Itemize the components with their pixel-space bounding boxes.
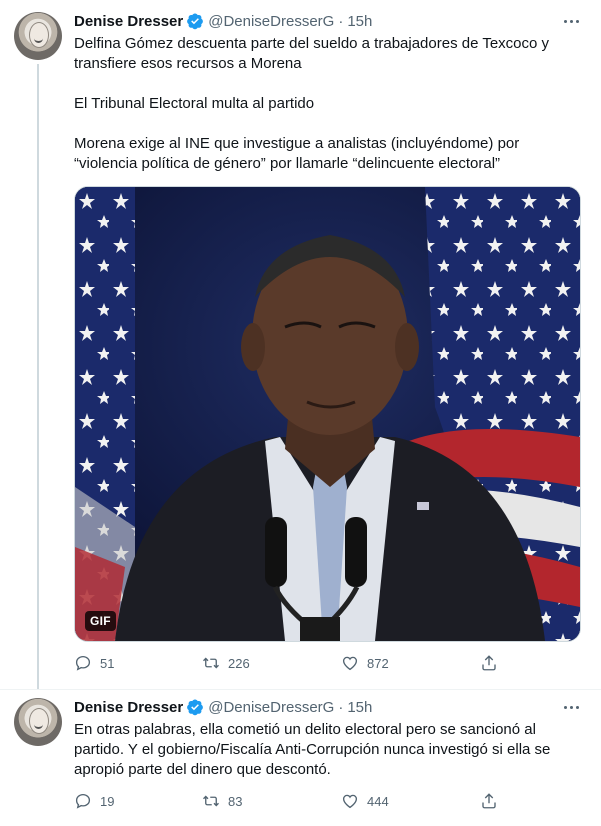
like-count: 444 [367,793,389,809]
like-icon [342,656,358,671]
retweet-count: 83 [228,793,243,809]
reply-button[interactable]: 51 [74,654,114,672]
separator-dot: · [338,12,344,30]
separator-dot: · [338,698,344,716]
action-bar: 19 83 444 [74,792,574,812]
tweet-text: En otras palabras, ella cometió un delit… [74,720,584,780]
tweet[interactable]: Denise Dresser @DeniseDresserG · 15h En … [0,690,601,826]
thread-connector [37,64,39,690]
avatar-face [29,22,49,48]
timestamp[interactable]: 15h [347,13,372,30]
share-icon [482,655,496,671]
tweet-text: Delfina Gómez descuenta parte del sueldo… [74,34,584,174]
tweet-paragraph: En otras palabras, ella cometió un delit… [74,721,551,778]
verified-badge-icon [187,13,204,30]
timestamp[interactable]: 15h [347,699,372,716]
more-icon[interactable] [561,11,581,31]
share-button[interactable] [480,654,498,677]
share-button[interactable] [480,792,498,815]
retweet-button[interactable]: 83 [202,792,242,810]
tweet[interactable]: Denise Dresser @DeniseDresserG · 15h Del… [0,0,601,690]
retweet-count: 226 [228,655,250,671]
tweet-header: Denise Dresser @DeniseDresserG · 15h [74,697,372,717]
tweet-paragraph: Morena exige al INE que investigue a ana… [74,135,520,172]
author-name[interactable]: Denise Dresser [74,13,183,30]
author-name[interactable]: Denise Dresser [74,699,183,716]
gif-media[interactable]: GIF [74,186,581,642]
tweet-paragraph: Delfina Gómez descuenta parte del sueldo… [74,35,550,72]
reply-button[interactable]: 19 [74,792,114,810]
like-icon [342,794,358,809]
reply-icon [75,793,91,809]
reply-icon [75,655,91,671]
gif-image [75,187,580,641]
tweet-header: Denise Dresser @DeniseDresserG · 15h [74,11,372,31]
like-count: 872 [367,655,389,671]
retweet-icon [203,657,219,669]
author-handle[interactable]: @DeniseDresserG [208,699,334,716]
reply-count: 51 [100,655,115,671]
like-button[interactable]: 872 [341,654,389,672]
author-handle[interactable]: @DeniseDresserG [208,13,334,30]
avatar[interactable] [14,12,62,60]
gif-badge: GIF [85,611,116,631]
tweet-paragraph: El Tribunal Electoral multa al partido [74,95,315,112]
avatar-face [29,708,49,734]
action-bar: 51 226 872 [74,654,574,674]
share-icon [482,793,496,809]
avatar[interactable] [14,698,62,746]
reply-count: 19 [100,793,115,809]
more-icon[interactable] [561,697,581,717]
retweet-button[interactable]: 226 [202,654,250,672]
like-button[interactable]: 444 [341,792,389,810]
verified-badge-icon [187,699,204,716]
retweet-icon [203,795,219,807]
